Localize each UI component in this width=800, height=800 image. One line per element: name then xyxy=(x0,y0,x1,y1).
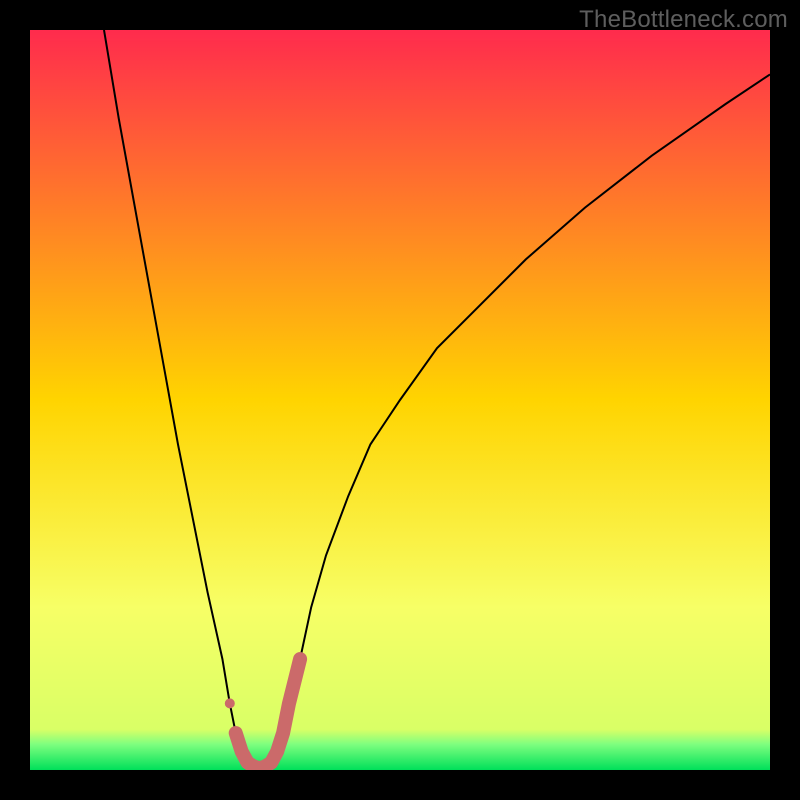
watermark-label: TheBottleneck.com xyxy=(579,6,788,34)
chart-plot xyxy=(30,30,770,770)
chart-frame: TheBottleneck.com xyxy=(0,0,800,800)
marker-dot xyxy=(225,698,235,708)
